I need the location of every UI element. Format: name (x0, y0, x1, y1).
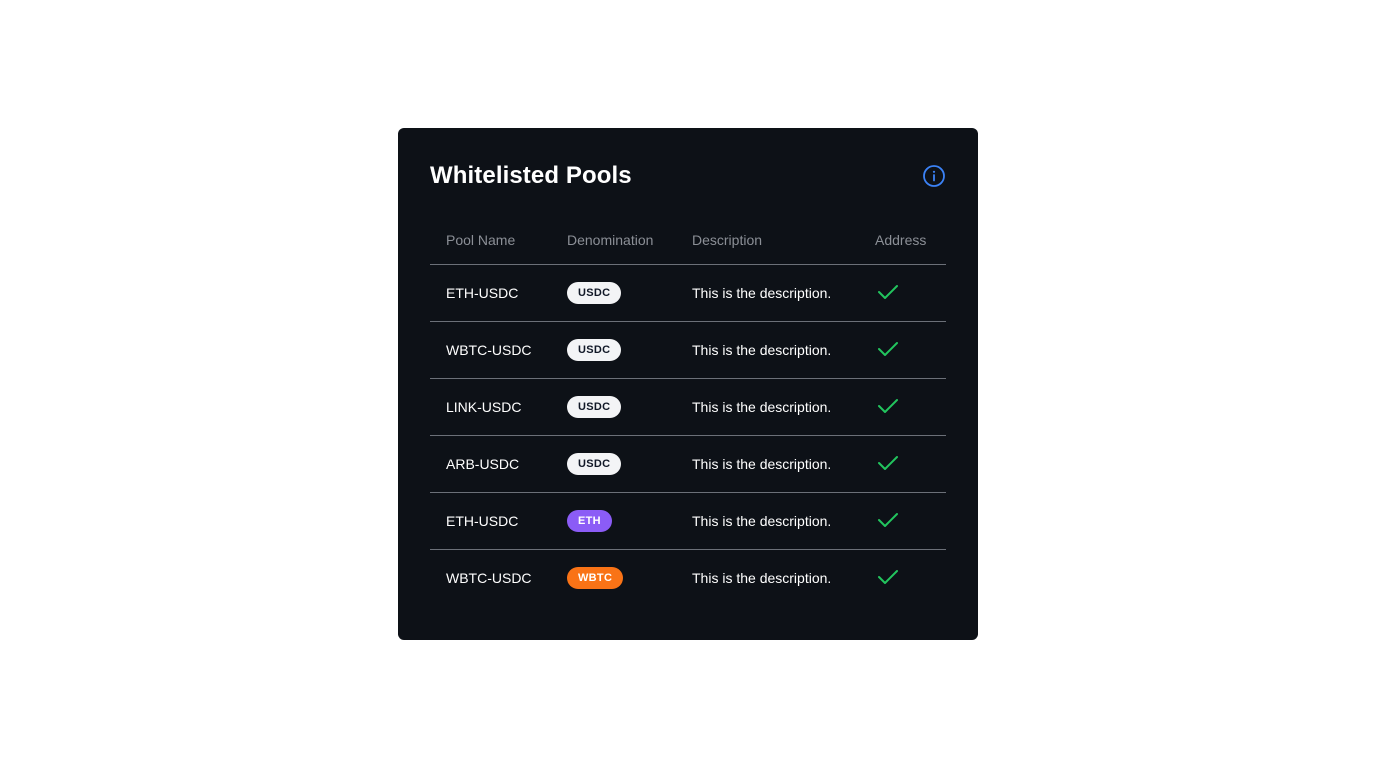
description-cell: This is the description. (692, 570, 832, 586)
description-cell: This is the description. (676, 264, 859, 322)
check-icon (877, 397, 899, 418)
denomination-cell: USDC (551, 435, 676, 493)
table-row[interactable]: ARB-USDC USDC This is the description. (430, 435, 946, 493)
denomination-cell: USDC (551, 321, 676, 379)
pools-table: Pool Name Denomination Description Addre… (430, 224, 946, 606)
column-header-pool-name[interactable]: Pool Name (430, 224, 551, 265)
description-cell: This is the description. (676, 378, 859, 436)
table-row[interactable]: ETH-USDC USDC This is the description. (430, 264, 946, 322)
description-cell: This is the description. (676, 321, 859, 379)
pool-name-cell: ETH-USDC (430, 492, 551, 550)
info-button[interactable] (922, 164, 946, 188)
address-cell (859, 378, 946, 436)
pool-name-cell: ARB-USDC (430, 435, 551, 493)
address-cell (859, 492, 946, 550)
table-header-row: Pool Name Denomination Description Addre… (430, 224, 946, 265)
address-cell (859, 264, 946, 322)
denomination-cell: ETH (551, 492, 676, 550)
check-icon (877, 568, 899, 589)
denomination-badge: WBTC (567, 567, 624, 589)
denomination-cell: USDC (551, 378, 676, 436)
address-cell (859, 321, 946, 379)
address-cell (859, 435, 946, 493)
info-circle-icon (922, 164, 946, 188)
column-header-denomination[interactable]: Denomination (551, 224, 676, 265)
denomination-cell: USDC (551, 264, 676, 322)
description-cell: This is the description. (676, 492, 859, 550)
denomination-badge: USDC (567, 339, 622, 361)
pool-name-cell: WBTC-USDC (446, 570, 532, 586)
check-icon (877, 511, 899, 532)
pool-name-cell: ETH-USDC (430, 264, 551, 322)
description-cell: This is the description. (676, 435, 859, 493)
pool-name-cell: LINK-USDC (430, 378, 551, 436)
card-title: Whitelisted Pools (430, 162, 632, 189)
denomination-badge: USDC (567, 453, 622, 475)
table-row[interactable]: ETH-USDC ETH This is the description. (430, 492, 946, 550)
column-header-address[interactable]: Address (859, 224, 946, 265)
denomination-cell: WBTC (551, 550, 676, 607)
table-row[interactable]: WBTC-USDC WBTC This is the description. (430, 550, 946, 607)
address-cell (859, 550, 946, 607)
table-row[interactable]: LINK-USDC USDC This is the description. (430, 378, 946, 436)
check-icon (877, 340, 899, 361)
denomination-badge: USDC (567, 396, 622, 418)
whitelisted-pools-card: Whitelisted Pools Pool Name Denomination… (398, 128, 978, 640)
pool-name-cell: WBTC-USDC (430, 321, 551, 379)
column-header-description[interactable]: Description (676, 224, 859, 265)
denomination-badge: ETH (567, 510, 612, 532)
check-icon (877, 454, 899, 475)
table-row[interactable]: WBTC-USDC USDC This is the description. (430, 321, 946, 379)
check-icon (877, 283, 899, 304)
card-header: Whitelisted Pools (430, 128, 946, 224)
denomination-badge: USDC (567, 282, 622, 304)
